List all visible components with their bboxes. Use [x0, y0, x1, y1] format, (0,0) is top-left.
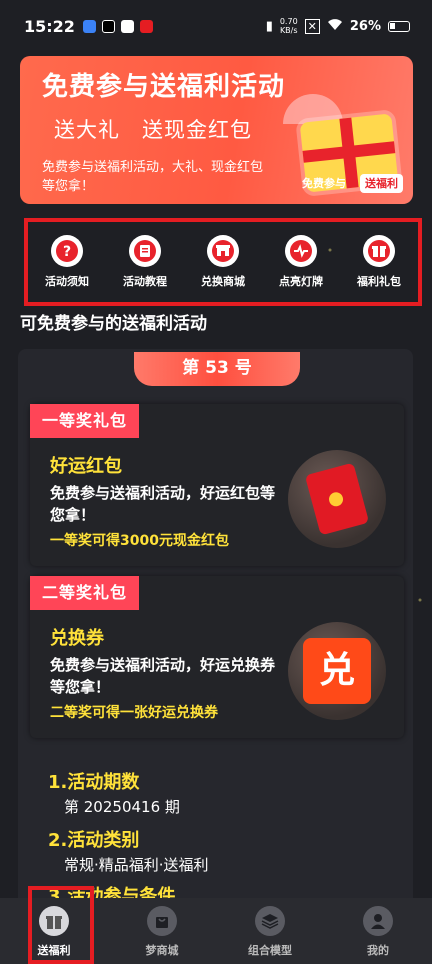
prize-thumbnail: 兑: [288, 622, 386, 720]
user-icon: [363, 906, 393, 936]
prize-title: 好运红包: [50, 456, 122, 477]
app-notification-icon: [82, 19, 96, 33]
network-speed: 0.70 KB/s: [279, 17, 298, 35]
banner-pill-free: 免费参与: [302, 177, 346, 190]
info-heading: 2.活动类别: [48, 830, 140, 851]
shortcut-label: 福利礼包: [357, 275, 401, 288]
close-box-icon: ✕: [304, 18, 320, 34]
shortcut-row: ? 活动须知 活动教程 兑换商城 点亮灯牌 福利礼包: [24, 218, 422, 306]
question-icon: ?: [51, 235, 83, 267]
status-time: 15:22: [24, 16, 75, 36]
status-bar: 15:22 ▮ 0.70 KB/s ✕ 26%: [0, 0, 432, 52]
nav-label: 组合模型: [248, 944, 292, 957]
gift-icon: [363, 235, 395, 267]
red-app-icon: [139, 19, 153, 33]
shortcut-label: 活动教程: [123, 275, 167, 288]
prize-thumbnail: [288, 450, 386, 548]
shortcut-label: 兑换商城: [201, 275, 245, 288]
nav-highlight-box: [28, 886, 94, 964]
shortcut-gift-pack[interactable]: 福利礼包: [340, 235, 418, 289]
tiktok-icon: [101, 19, 115, 33]
prize-card-first[interactable]: 一等奖礼包 好运红包 免费参与送福利活动，好运红包等您拿！ 一等奖可得3000元…: [30, 404, 404, 566]
tutorial-icon: [129, 235, 161, 267]
pulse-icon: [285, 235, 317, 267]
issue-label: 第 53 号: [134, 352, 300, 386]
shortcut-store[interactable]: 兑换商城: [184, 235, 262, 289]
voucher-icon: 兑: [303, 638, 371, 704]
nav-label: 梦商城: [145, 944, 179, 957]
shortcut-tutorial[interactable]: 活动教程: [106, 235, 184, 289]
nav-mine[interactable]: 我的: [330, 898, 426, 958]
red-envelope-icon: [304, 462, 370, 536]
info-heading: 1.活动期数: [48, 772, 140, 793]
store-icon: [207, 235, 239, 267]
prize-title: 兑换券: [50, 628, 104, 649]
nav-dream-store[interactable]: 梦商城: [114, 898, 210, 958]
svg-text:?: ?: [63, 244, 71, 260]
banner-description: 免费参与送福利活动，大礼、现金红包等您拿！: [42, 160, 264, 194]
banner-title: 免费参与送福利活动: [42, 72, 286, 102]
prize-note: 二等奖可得一张好运兑换券: [50, 705, 218, 721]
wifi-icon: [327, 18, 343, 35]
banner-pill-welfare: 送福利: [360, 174, 403, 193]
nav-label: 我的: [367, 944, 389, 957]
prize-description: 免费参与送福利活动，好运兑换券等您拿！: [50, 656, 276, 696]
banner-subtitle: 送大礼 送现金红包: [54, 118, 252, 142]
shortcut-label: 点亮灯牌: [279, 275, 323, 288]
info-value: 第 20250416 期: [64, 798, 180, 816]
battery-percent: 26%: [349, 18, 381, 34]
prize-badge: 一等奖礼包: [30, 404, 140, 438]
shortcut-label: 活动须知: [45, 275, 89, 288]
nav-combo-model[interactable]: 组合模型: [222, 898, 318, 958]
prize-note: 一等奖可得3000元现金红包: [50, 533, 229, 549]
vibrate-icon: ▮: [265, 18, 273, 34]
prize-card-second[interactable]: 二等奖礼包 兑换券 免费参与送福利活动，好运兑换券等您拿！ 二等奖可得一张好运兑…: [30, 576, 404, 738]
prize-description: 免费参与送福利活动，好运红包等您拿！: [50, 484, 276, 524]
layers-icon: [255, 906, 285, 936]
prize-badge: 二等奖礼包: [30, 576, 140, 610]
battery-icon: [388, 20, 410, 32]
info-value: 常规·精品福利·送福利: [64, 856, 209, 874]
shortcut-light-sign[interactable]: 点亮灯牌: [262, 235, 340, 289]
shopping-bag-icon: [147, 906, 177, 936]
section-title: 可免费参与的送福利活动: [20, 314, 207, 334]
shortcut-activity-notice[interactable]: ? 活动须知: [28, 235, 106, 289]
promo-banner[interactable]: 免费参与送福利活动 送大礼 送现金红包 免费参与送福利活动，大礼、现金红包等您拿…: [20, 56, 413, 204]
mail-icon: [120, 19, 134, 33]
